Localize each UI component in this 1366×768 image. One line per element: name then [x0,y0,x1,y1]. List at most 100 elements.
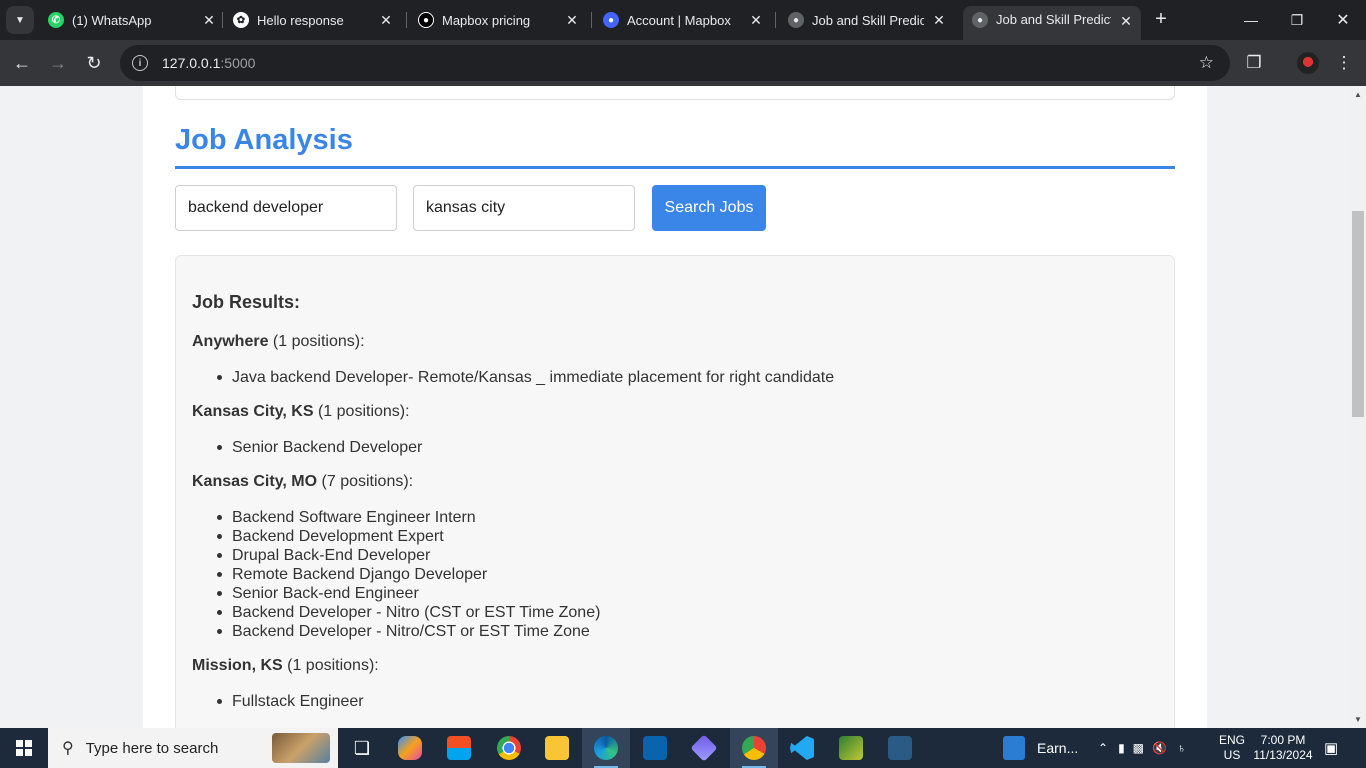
store-app[interactable] [435,728,483,768]
new-tab-button[interactable]: + [1150,8,1172,30]
job-item: Backend Software Engineer Intern [216,508,600,527]
word-doc-task[interactable]: Earn... [1003,728,1078,768]
close-icon[interactable]: ✕ [200,11,218,29]
job-item: Backend Development Expert [216,527,600,546]
job-list: Senior Backend Developer [216,438,422,457]
chart-icon [839,736,863,760]
location-name: Anywhere [192,333,269,350]
job-title-input[interactable] [175,185,397,231]
outlook-app[interactable] [631,728,679,768]
position-count: (7 positions): [317,473,414,490]
region-label: US [1223,748,1241,762]
address-bar[interactable]: i 127.0.0.1:5000 ☆ [120,45,1230,81]
language-indicator[interactable]: ENG US [1219,728,1245,768]
battery-icon[interactable]: ▮ [1118,741,1125,755]
close-icon[interactable]: ✕ [930,11,948,29]
restore-icon: ❐ [1290,11,1304,28]
back-button[interactable]: ← [8,49,36,77]
chrome-profile-icon [742,736,766,760]
location-group-heading: Mission, KS (1 positions): [192,657,379,675]
previous-section-card [175,86,1175,100]
chevron-down-icon: ▼ [15,14,25,26]
chevron-up-icon[interactable]: ⌃ [1098,741,1108,755]
job-item: Remote Backend Django Developer [216,565,600,584]
taskbar-search[interactable]: ⚲ Type here to search [48,728,338,768]
tab-separator [406,12,407,28]
start-button[interactable] [0,728,48,768]
location-name: Mission, KS [192,657,283,674]
power-automate-app[interactable] [680,728,728,768]
location-group-heading: Kansas City, MO (7 positions): [192,473,413,491]
scroll-up-icon[interactable]: ▲ [1354,90,1362,99]
tab-job-skill-1[interactable]: ● Job and Skill Predictio ✕ [788,6,948,34]
tab-title: Job and Skill Predictio [996,12,1111,27]
chrome-app[interactable] [485,728,533,768]
openai-icon: ✿ [233,12,249,28]
scroll-down-icon[interactable]: ▼ [1354,715,1362,724]
restore-button[interactable]: ❐ [1274,0,1320,40]
info-icon[interactable]: i [132,55,148,71]
copilot-app[interactable] [386,728,434,768]
copilot-icon [398,736,422,760]
network-icon[interactable]: ▩ [1133,741,1144,755]
vscode-icon [790,736,814,760]
close-icon[interactable]: ✕ [1117,12,1135,30]
kebab-menu-icon: ⋮ [1335,53,1353,72]
close-icon[interactable]: ✕ [563,11,581,29]
tab-whatsapp[interactable]: ✆ (1) WhatsApp ✕ [48,6,218,34]
forward-button[interactable]: → [44,49,72,77]
page-scrollbar[interactable]: ▲ ▼ [1350,86,1366,728]
close-window-button[interactable]: ✕ [1320,0,1366,40]
vscode-app[interactable] [778,728,826,768]
chart-app[interactable] [827,728,875,768]
tab-separator [591,12,592,28]
location-input[interactable] [413,185,635,231]
bookmark-star-icon[interactable]: ☆ [1199,53,1214,73]
file-explorer-app[interactable] [533,728,581,768]
mapbox-icon: ● [418,12,434,28]
edge-app[interactable] [582,728,630,768]
wifi-icon[interactable]: ♄ [1177,741,1186,755]
job-list: Backend Software Engineer Intern Backend… [216,508,600,641]
job-item: Drupal Back-End Developer [216,546,600,565]
task-view-button[interactable]: ❏ [338,728,386,768]
location-name: Kansas City, MO [192,473,318,490]
task-view-icon: ❏ [353,737,371,758]
minimize-icon: — [1244,12,1258,28]
minimize-button[interactable]: — [1228,0,1274,40]
search-icon: ⚲ [62,740,74,757]
tab-mapbox-pricing[interactable]: ● Mapbox pricing ✕ [418,6,581,34]
scrollbar-thumb[interactable] [1352,211,1364,417]
globe-icon: ● [972,12,988,28]
close-icon[interactable]: ✕ [747,11,765,29]
database-icon [888,736,912,760]
job-list: Fullstack Engineer [217,692,364,711]
arrow-left-icon: ← [13,52,31,73]
close-icon[interactable]: ✕ [377,11,395,29]
outlook-icon [643,736,667,760]
section-title: Job Analysis [175,124,353,156]
chrome-active-app[interactable] [730,728,778,768]
search-highlight-image [272,733,330,763]
extensions-button[interactable]: ❐ [1240,49,1268,77]
search-jobs-button[interactable]: Search Jobs [652,185,766,231]
whatsapp-icon: ✆ [48,12,64,28]
main-container: Job Analysis Search Jobs Job Results: An… [143,86,1207,728]
profile-avatar[interactable] [1297,52,1319,74]
location-group-heading: Kansas City, KS (1 positions): [192,403,410,421]
tab-search-button[interactable]: ▼ [6,6,34,34]
tab-hello-response[interactable]: ✿ Hello response ✕ [233,6,395,34]
reload-button[interactable]: ↻ [80,49,108,77]
tab-job-skill-2[interactable]: ● Job and Skill Predictio ✕ [963,6,1141,40]
tab-title: Hello response [257,12,344,28]
clock[interactable]: 7:00 PM 11/13/2024 [1252,728,1314,768]
tab-account-mapbox[interactable]: ● Account | Mapbox ✕ [603,6,765,34]
language-label: ENG [1219,733,1246,747]
notification-button[interactable]: ▣ [1324,728,1338,768]
tab-title: Account | Mapbox [627,12,731,28]
location-group-heading: Anywhere (1 positions): [192,333,365,351]
volume-icon[interactable]: 🔇 [1152,741,1167,755]
mysql-workbench-app[interactable] [876,728,924,768]
clock-time: 7:00 PM [1260,733,1306,747]
menu-button[interactable]: ⋮ [1330,49,1358,77]
